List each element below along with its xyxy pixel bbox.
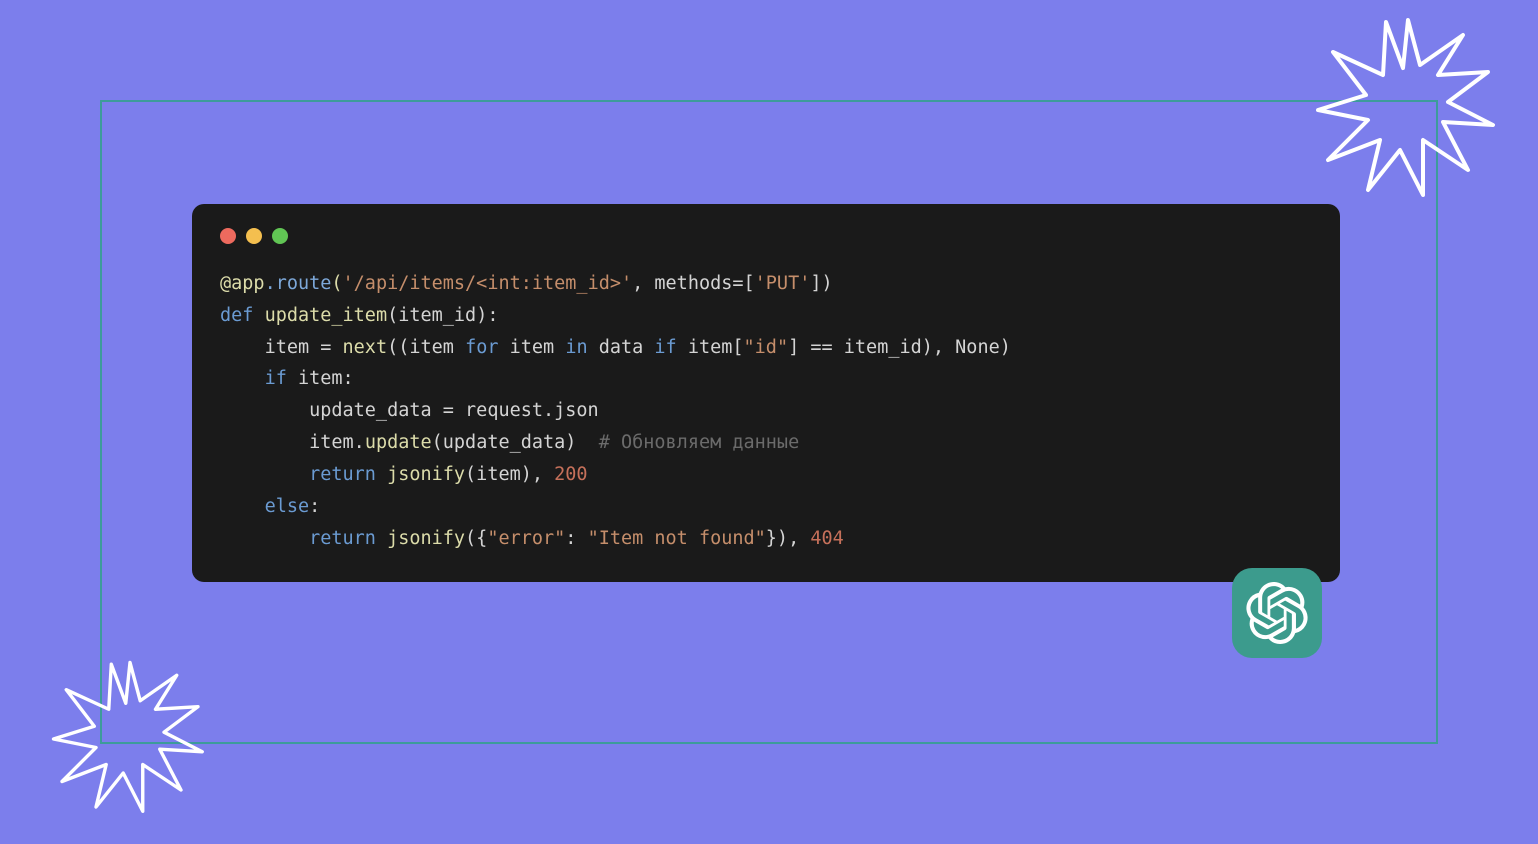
code-block: @app.route('/api/items/<int:item_id>', m… [220, 268, 1312, 554]
string: "Item not found" [588, 528, 766, 549]
keyword: if [654, 337, 676, 358]
keyword: return [309, 528, 376, 549]
function-name: update_item [265, 305, 388, 326]
text: }), [766, 528, 811, 549]
keyword: def [220, 305, 253, 326]
indent [220, 464, 309, 485]
keyword: else [265, 496, 310, 517]
decorator: @app [220, 273, 265, 294]
text: (item), [465, 464, 554, 485]
text: ((item [387, 337, 465, 358]
text: update_data = request.json [309, 400, 599, 421]
text: item: [287, 368, 354, 389]
text: ({ [465, 528, 487, 549]
text: data [588, 337, 655, 358]
starburst-decoration-bottom-left [45, 654, 215, 824]
openai-logo-badge [1232, 568, 1322, 658]
keyword: if [265, 368, 287, 389]
function: jsonify [387, 528, 465, 549]
traffic-lights [220, 228, 1312, 244]
keyword: in [565, 337, 587, 358]
indent [220, 400, 309, 421]
constant: None [955, 337, 1000, 358]
text: item[ [677, 337, 744, 358]
function: jsonify [387, 464, 465, 485]
string: "id" [744, 337, 789, 358]
maximize-icon [272, 228, 288, 244]
text: ]) [810, 273, 832, 294]
text: : [565, 528, 587, 549]
space [253, 305, 264, 326]
text: ] == item_id), [788, 337, 955, 358]
comment: # Обновляем данные [599, 432, 799, 453]
indent [220, 337, 265, 358]
string: 'PUT' [755, 273, 811, 294]
minimize-icon [246, 228, 262, 244]
keyword: for [465, 337, 498, 358]
method: update [365, 432, 432, 453]
string: "error" [487, 528, 565, 549]
text: item = [265, 337, 343, 358]
punct: ( [331, 273, 342, 294]
space [376, 464, 387, 485]
text: , methods=[ [632, 273, 755, 294]
text: item [498, 337, 565, 358]
space [376, 528, 387, 549]
string: '/api/items/<int:item_id>' [343, 273, 633, 294]
keyword: return [309, 464, 376, 485]
method-name: .route [265, 273, 332, 294]
indent [220, 368, 265, 389]
close-icon [220, 228, 236, 244]
indent [220, 432, 309, 453]
text: ) [1000, 337, 1011, 358]
number: 404 [810, 528, 843, 549]
code-window: @app.route('/api/items/<int:item_id>', m… [192, 204, 1340, 582]
number: 200 [554, 464, 587, 485]
starburst-decoration-top-right [1308, 10, 1508, 210]
text: item. [309, 432, 365, 453]
text: : [309, 496, 320, 517]
builtin: next [343, 337, 388, 358]
indent [220, 496, 265, 517]
params: (item_id): [387, 305, 498, 326]
openai-icon [1246, 582, 1308, 644]
indent [220, 528, 309, 549]
text: (update_data) [432, 432, 599, 453]
